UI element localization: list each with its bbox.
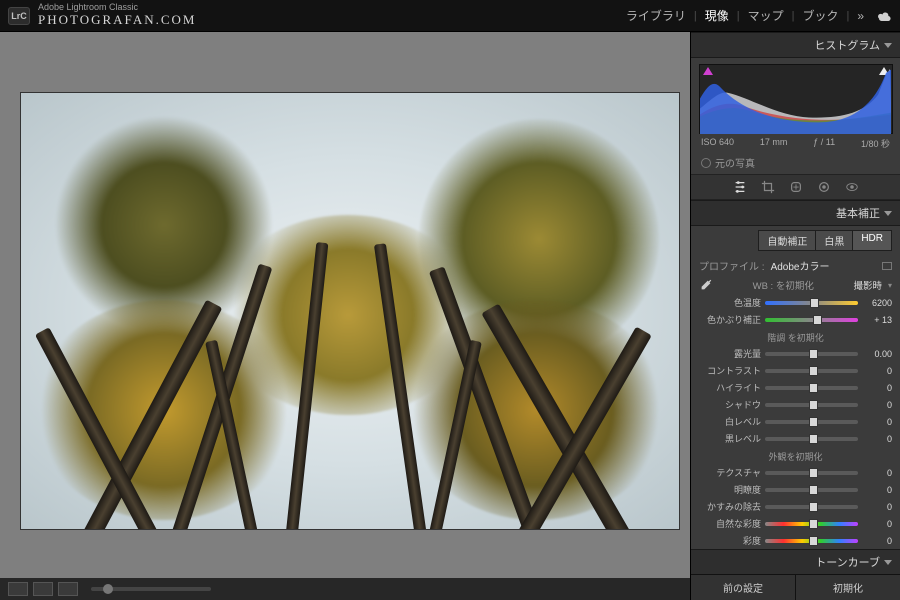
profile-browser-icon[interactable] [882, 262, 892, 270]
crop-icon[interactable] [761, 180, 775, 194]
filmstrip-toolbar [0, 578, 690, 600]
exif-aperture: ƒ / 11 [813, 137, 835, 150]
histogram-title: ヒストグラム [814, 37, 880, 53]
wb-reset-label[interactable]: WB : を初期化 [719, 278, 847, 292]
histogram-header[interactable]: ヒストグラム [691, 32, 900, 58]
previous-settings-button[interactable]: 前の設定 [691, 575, 795, 600]
edit-toolstrip [691, 174, 900, 200]
slider-shadows[interactable]: シャドウ 0 [691, 396, 900, 413]
histogram-display[interactable] [699, 64, 893, 134]
nav-develop[interactable]: 現像 [697, 3, 737, 28]
exif-focal: 17 mm [760, 137, 788, 150]
tonecurve-header[interactable]: トーンカーブ [691, 549, 900, 574]
original-toggle[interactable]: 元の写真 [691, 153, 900, 174]
bw-button[interactable]: 白黒 [816, 230, 853, 251]
app-logo: LrC [8, 7, 30, 25]
slider-blacks[interactable]: 黒レベル 0 [691, 430, 900, 447]
app-titlebar: LrC Adobe Lightroom Classic PHOTOGRAFAN.… [0, 0, 900, 32]
develop-right-panel: ヒストグラム ISO 640 17 mm ƒ / 11 1/80 秒 元の写真 [690, 32, 900, 600]
healing-icon[interactable] [789, 180, 803, 194]
exif-shutter: 1/80 秒 [861, 137, 890, 150]
presence-group-header[interactable]: 外観を初期化 [691, 447, 900, 464]
site-brand: PHOTOGRAFAN.COM [38, 12, 196, 28]
view-mode-before-after[interactable] [33, 582, 53, 596]
nav-library[interactable]: ライブラリ [618, 3, 694, 28]
mask-icon[interactable] [817, 180, 831, 194]
nav-book[interactable]: ブック [794, 3, 846, 28]
edit-sliders-icon[interactable] [733, 180, 747, 194]
original-label: 元の写真 [715, 155, 755, 170]
exif-summary: ISO 640 17 mm ƒ / 11 1/80 秒 [691, 136, 900, 153]
basic-panel-header[interactable]: 基本補正 [691, 200, 900, 226]
slider-vibrance[interactable]: 自然な彩度 0 [691, 515, 900, 532]
slider-whites[interactable]: 白レベル 0 [691, 413, 900, 430]
profile-value: Adobeカラー [771, 258, 830, 273]
redeye-icon[interactable] [845, 180, 859, 194]
auto-button[interactable]: 自動補正 [758, 230, 816, 251]
basic-title: 基本補正 [836, 205, 880, 221]
view-mode-grid[interactable] [58, 582, 78, 596]
chevron-down-icon [884, 211, 892, 216]
module-switcher: ライブラリ | 現像 | マップ | ブック | » [618, 3, 892, 28]
tone-group-header[interactable]: 階調 を初期化 [691, 328, 900, 345]
app-subtitle: Adobe Lightroom Classic [38, 3, 196, 12]
image-canvas-area [0, 32, 690, 600]
chevron-down-icon [884, 560, 892, 565]
wb-preset[interactable]: 撮影時 [853, 278, 882, 292]
treatment-selector: 自動補正 白黒 HDR [691, 226, 900, 255]
slider-clarity[interactable]: 明瞭度 0 [691, 481, 900, 498]
slider-highlights[interactable]: ハイライト 0 [691, 379, 900, 396]
eyedropper-icon[interactable] [699, 278, 713, 292]
slider-temperature[interactable]: 色温度 6200 [691, 294, 900, 311]
chevron-down-icon [884, 43, 892, 48]
app-title-block: Adobe Lightroom Classic PHOTOGRAFAN.COM [38, 3, 196, 28]
radio-icon [701, 158, 711, 168]
slider-texture[interactable]: テクスチャ 0 [691, 464, 900, 481]
hdr-button[interactable]: HDR [853, 230, 892, 251]
profile-label: プロファイル : [699, 258, 765, 273]
nav-map[interactable]: マップ [740, 3, 792, 28]
slider-tint[interactable]: 色かぶり補正 + 13 [691, 311, 900, 328]
tonecurve-title: トーンカーブ [815, 554, 880, 570]
profile-row[interactable]: プロファイル : Adobeカラー [691, 255, 900, 276]
slider-dehaze[interactable]: かすみの除去 0 [691, 498, 900, 515]
preview-image[interactable] [20, 92, 680, 530]
exif-iso: ISO 640 [701, 137, 734, 150]
panel-footer: 前の設定 初期化 [691, 574, 900, 600]
nav-more[interactable]: » [849, 5, 872, 27]
thumbnail-size-slider[interactable] [91, 587, 211, 591]
slider-contrast[interactable]: コントラスト 0 [691, 362, 900, 379]
view-mode-loupe[interactable] [8, 582, 28, 596]
slider-saturation[interactable]: 彩度 0 [691, 532, 900, 549]
cloud-sync-icon[interactable] [876, 11, 892, 21]
slider-exposure[interactable]: 露光量 0.00 [691, 345, 900, 362]
reset-button[interactable]: 初期化 [795, 575, 900, 600]
